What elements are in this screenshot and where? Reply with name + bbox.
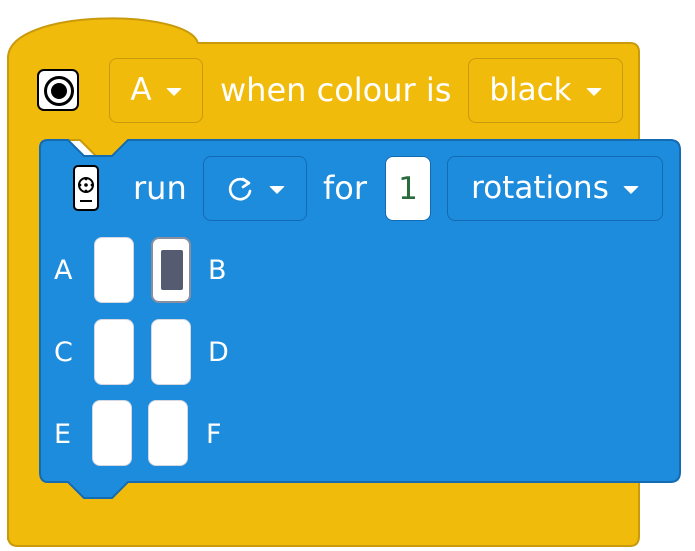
port-dropdown[interactable]: A [109, 58, 203, 123]
chevron-down-icon [622, 185, 639, 194]
port-label-e: E [54, 419, 72, 450]
port-e-toggle[interactable] [92, 400, 132, 466]
amount-input[interactable]: 1 [385, 156, 431, 221]
port-d-toggle[interactable] [151, 319, 191, 385]
colour-dropdown[interactable]: black [468, 58, 623, 123]
port-label-f: F [206, 419, 222, 450]
for-label: for [323, 169, 367, 207]
run-label: run [133, 169, 187, 207]
port-f-toggle[interactable] [148, 400, 188, 466]
condition-label: when colour is [220, 71, 452, 109]
port-label-a: A [54, 255, 73, 286]
chevron-down-icon [269, 185, 285, 194]
color-sensor-icon [44, 76, 74, 106]
motor-icon [73, 165, 99, 211]
port-b-toggle[interactable] [151, 237, 191, 303]
hat-block-icon [37, 69, 79, 111]
direction-dropdown[interactable] [203, 156, 307, 221]
port-label-c: C [54, 337, 73, 368]
port-selected-indicator [161, 250, 183, 290]
chevron-down-icon [165, 87, 182, 96]
port-dropdown-value: A [130, 72, 152, 108]
chevron-down-icon [585, 87, 602, 96]
colour-dropdown-value: black [489, 72, 572, 108]
port-a-toggle[interactable] [94, 237, 134, 303]
port-label-d: D [208, 337, 229, 368]
unit-dropdown-value: rotations [471, 170, 609, 206]
port-label-b: B [208, 255, 227, 286]
unit-dropdown[interactable]: rotations [447, 156, 663, 221]
port-c-toggle[interactable] [94, 319, 134, 385]
clockwise-icon [228, 177, 252, 200]
